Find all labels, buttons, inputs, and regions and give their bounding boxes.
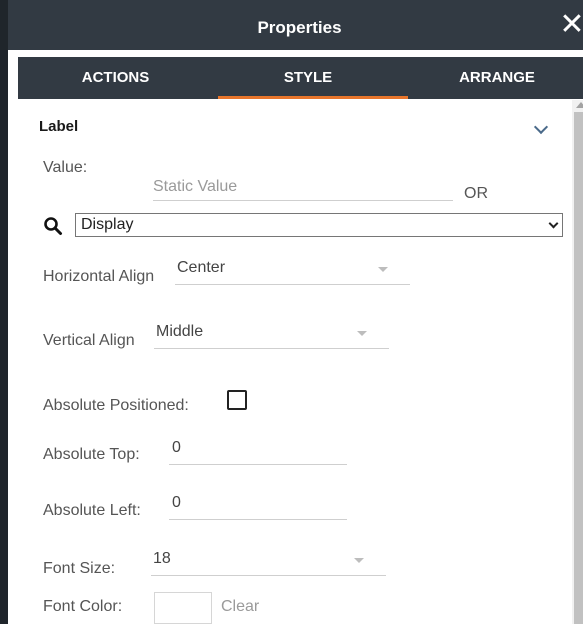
- tab-arrange[interactable]: ARRANGE: [403, 57, 583, 99]
- vertical-scrollbar[interactable]: [572, 100, 583, 624]
- tab-bar: ACTIONS STYLE ARRANGE: [18, 57, 583, 99]
- search-icon: [43, 216, 63, 236]
- absolute-top-input[interactable]: 0: [169, 435, 347, 465]
- horizontal-align-value: Center: [177, 259, 226, 276]
- horizontal-align-select[interactable]: Center: [175, 255, 410, 285]
- chevron-down-icon: [548, 218, 559, 229]
- absolute-positioned-label: Absolute Positioned:: [43, 397, 189, 414]
- static-value-input[interactable]: [153, 173, 453, 201]
- vertical-align-select[interactable]: Middle: [154, 319, 389, 349]
- scroll-up-arrow-icon[interactable]: [576, 102, 583, 108]
- chevron-down-icon[interactable]: [533, 119, 549, 135]
- absolute-left-label: Absolute Left:: [43, 502, 141, 519]
- font-size-value: 18: [153, 550, 171, 567]
- caret-down-icon: [378, 267, 388, 272]
- value-label: Value:: [43, 159, 88, 176]
- tab-actions[interactable]: ACTIONS: [18, 57, 213, 99]
- font-size-label: Font Size:: [43, 560, 116, 577]
- caret-down-icon: [357, 331, 367, 336]
- font-color-label: Font Color:: [43, 598, 123, 615]
- panel-title: Properties: [257, 18, 342, 37]
- absolute-top-label: Absolute Top:: [43, 446, 140, 463]
- absolute-left-input[interactable]: 0: [169, 490, 347, 520]
- style-content: Label Value: OR Display Horizontal Align…: [18, 100, 571, 624]
- tab-style[interactable]: STYLE: [213, 57, 403, 99]
- close-icon[interactable]: ✕: [559, 10, 583, 40]
- or-label: OR: [464, 185, 488, 202]
- section-label: Label: [39, 118, 79, 135]
- absolute-positioned-checkbox[interactable]: [227, 390, 247, 410]
- display-select[interactable]: Display: [75, 213, 563, 237]
- properties-panel: Properties ✕ ACTIONS STYLE ARRANGE Label…: [0, 0, 583, 624]
- font-size-select[interactable]: 18: [151, 546, 386, 576]
- scrollbar-thumb[interactable]: [574, 112, 583, 624]
- font-color-swatch[interactable]: [154, 592, 212, 624]
- absolute-top-value: 0: [172, 439, 181, 456]
- absolute-left-value: 0: [172, 494, 181, 511]
- vertical-align-label: Vertical Align: [43, 332, 135, 349]
- horizontal-align-label: Horizontal Align: [43, 268, 155, 285]
- clear-color-button[interactable]: Clear: [221, 598, 259, 616]
- panel-header: Properties ✕: [8, 0, 583, 50]
- caret-down-icon: [354, 558, 364, 563]
- vertical-align-value: Middle: [156, 323, 204, 340]
- display-select-value: Display: [81, 216, 134, 233]
- active-tab-indicator: [218, 96, 408, 99]
